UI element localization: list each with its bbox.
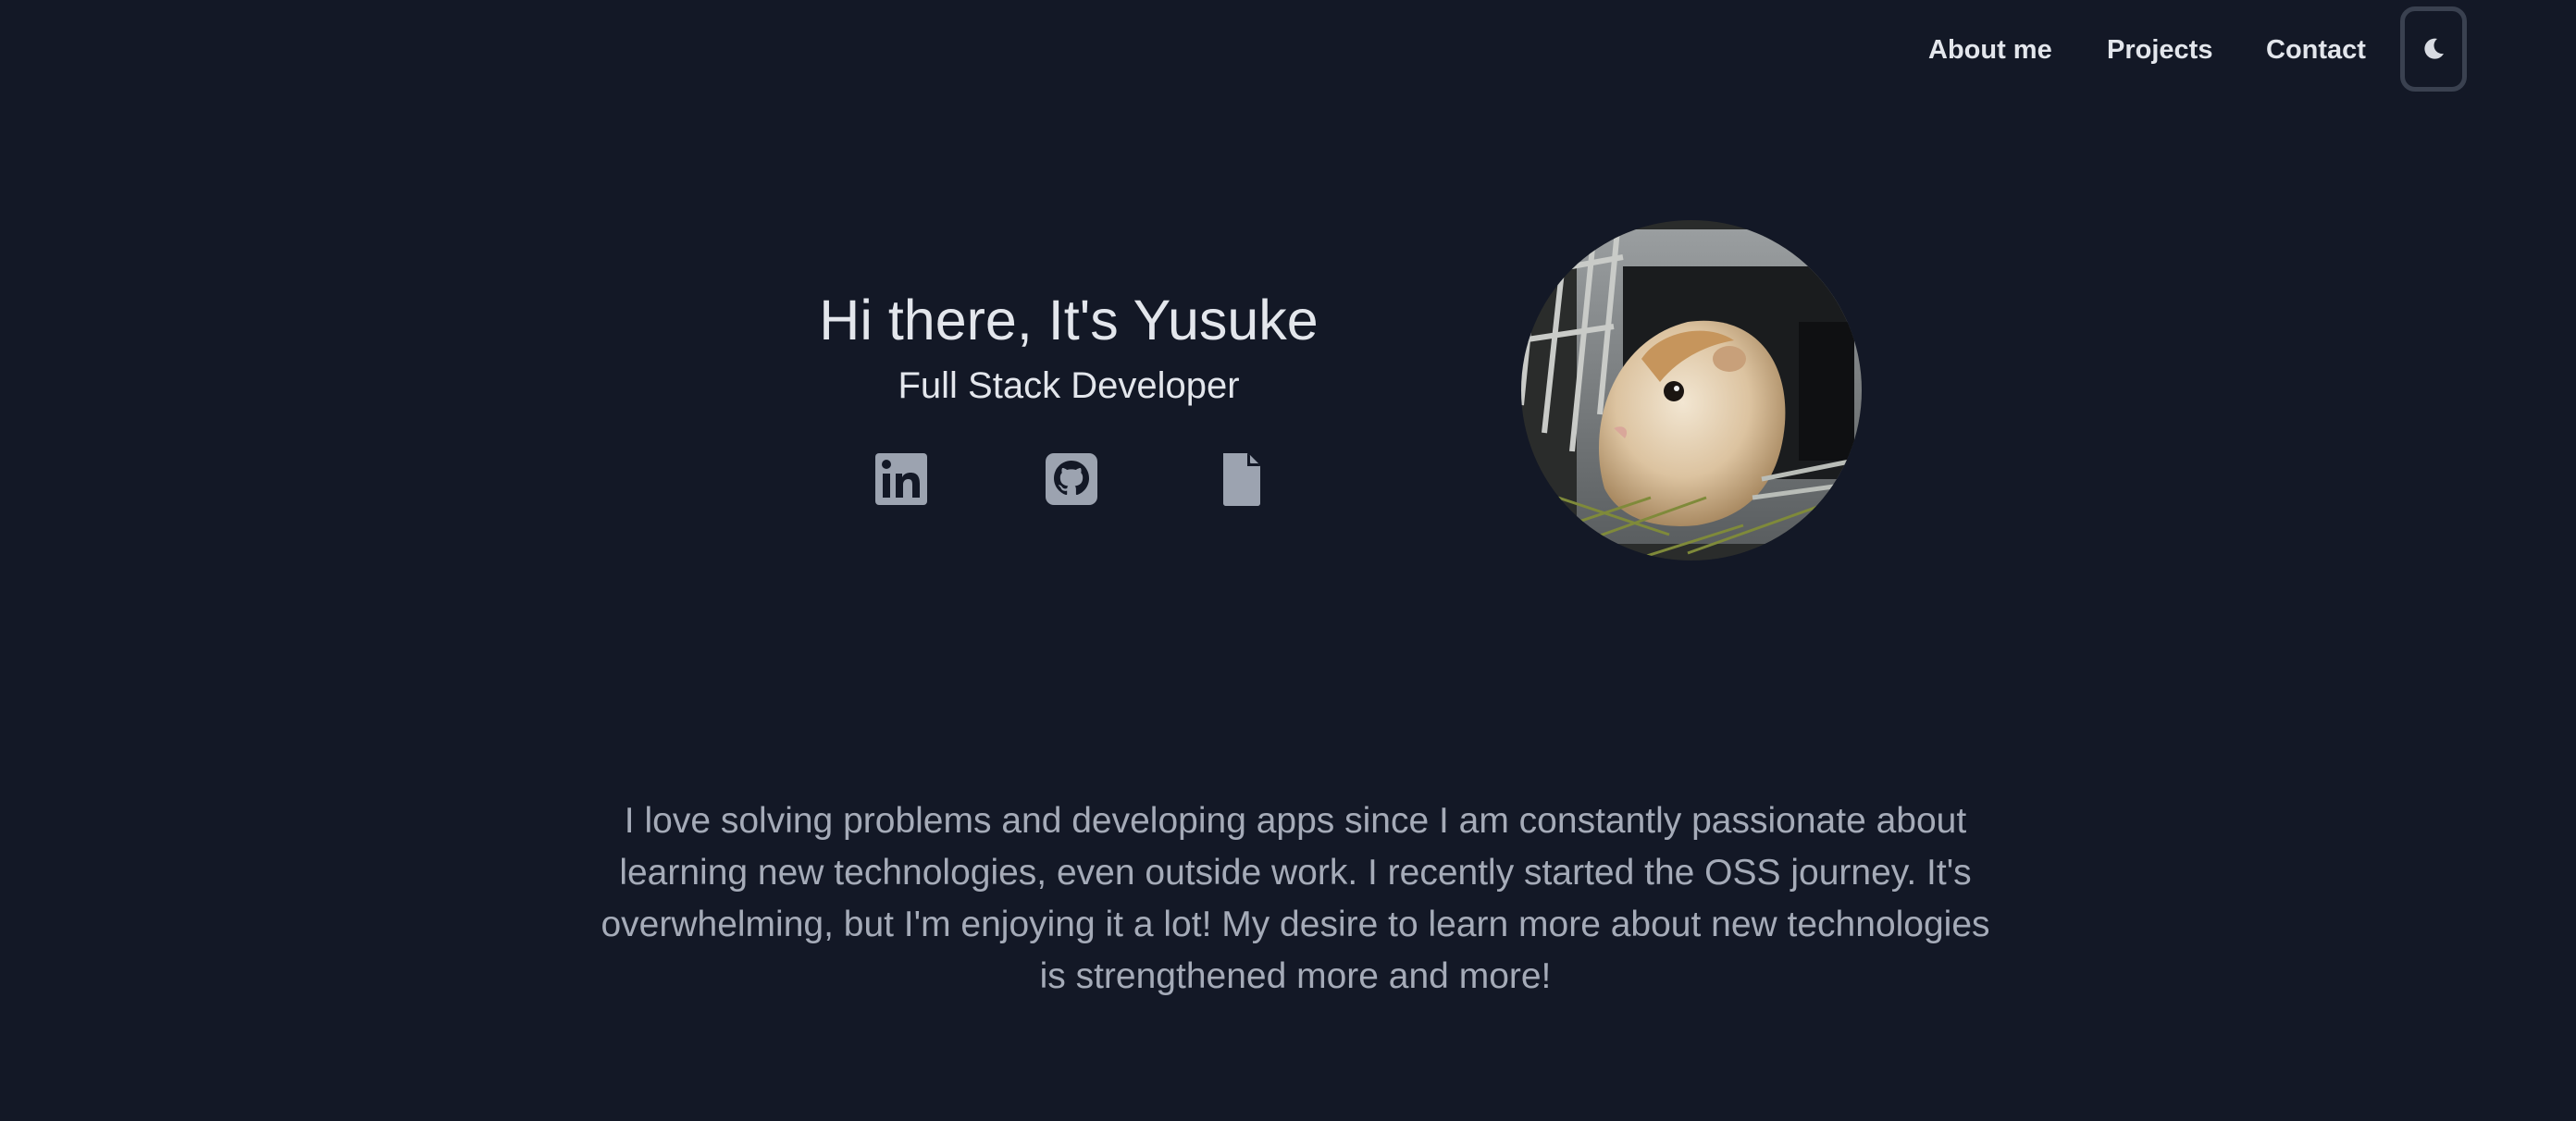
github-icon[interactable]: [1044, 450, 1099, 509]
about-me-text: I love solving problems and developing a…: [601, 801, 1990, 996]
nav-link-projects[interactable]: Projects: [2107, 33, 2212, 67]
moon-icon: [2424, 38, 2444, 59]
page: About me Projects Contact Hi there, It's…: [0, 0, 2576, 1121]
hero-title: Hi there, It's Yusuke: [819, 289, 1319, 351]
linkedin-icon[interactable]: [873, 450, 929, 509]
nav-link-about-me[interactable]: About me: [1928, 33, 2052, 67]
hero-intro: Hi there, It's Yusuke Full Stack Develop…: [759, 277, 1379, 409]
guinea-pig-photo: [1521, 220, 1862, 560]
nav-link-contact[interactable]: Contact: [2266, 33, 2366, 67]
theme-toggle-button[interactable]: [2400, 6, 2467, 92]
document-icon[interactable]: [1214, 450, 1269, 509]
avatar: [1521, 220, 1862, 560]
hero-subtitle: Full Stack Developer: [898, 365, 1240, 406]
top-nav: About me Projects Contact: [0, 0, 2576, 100]
